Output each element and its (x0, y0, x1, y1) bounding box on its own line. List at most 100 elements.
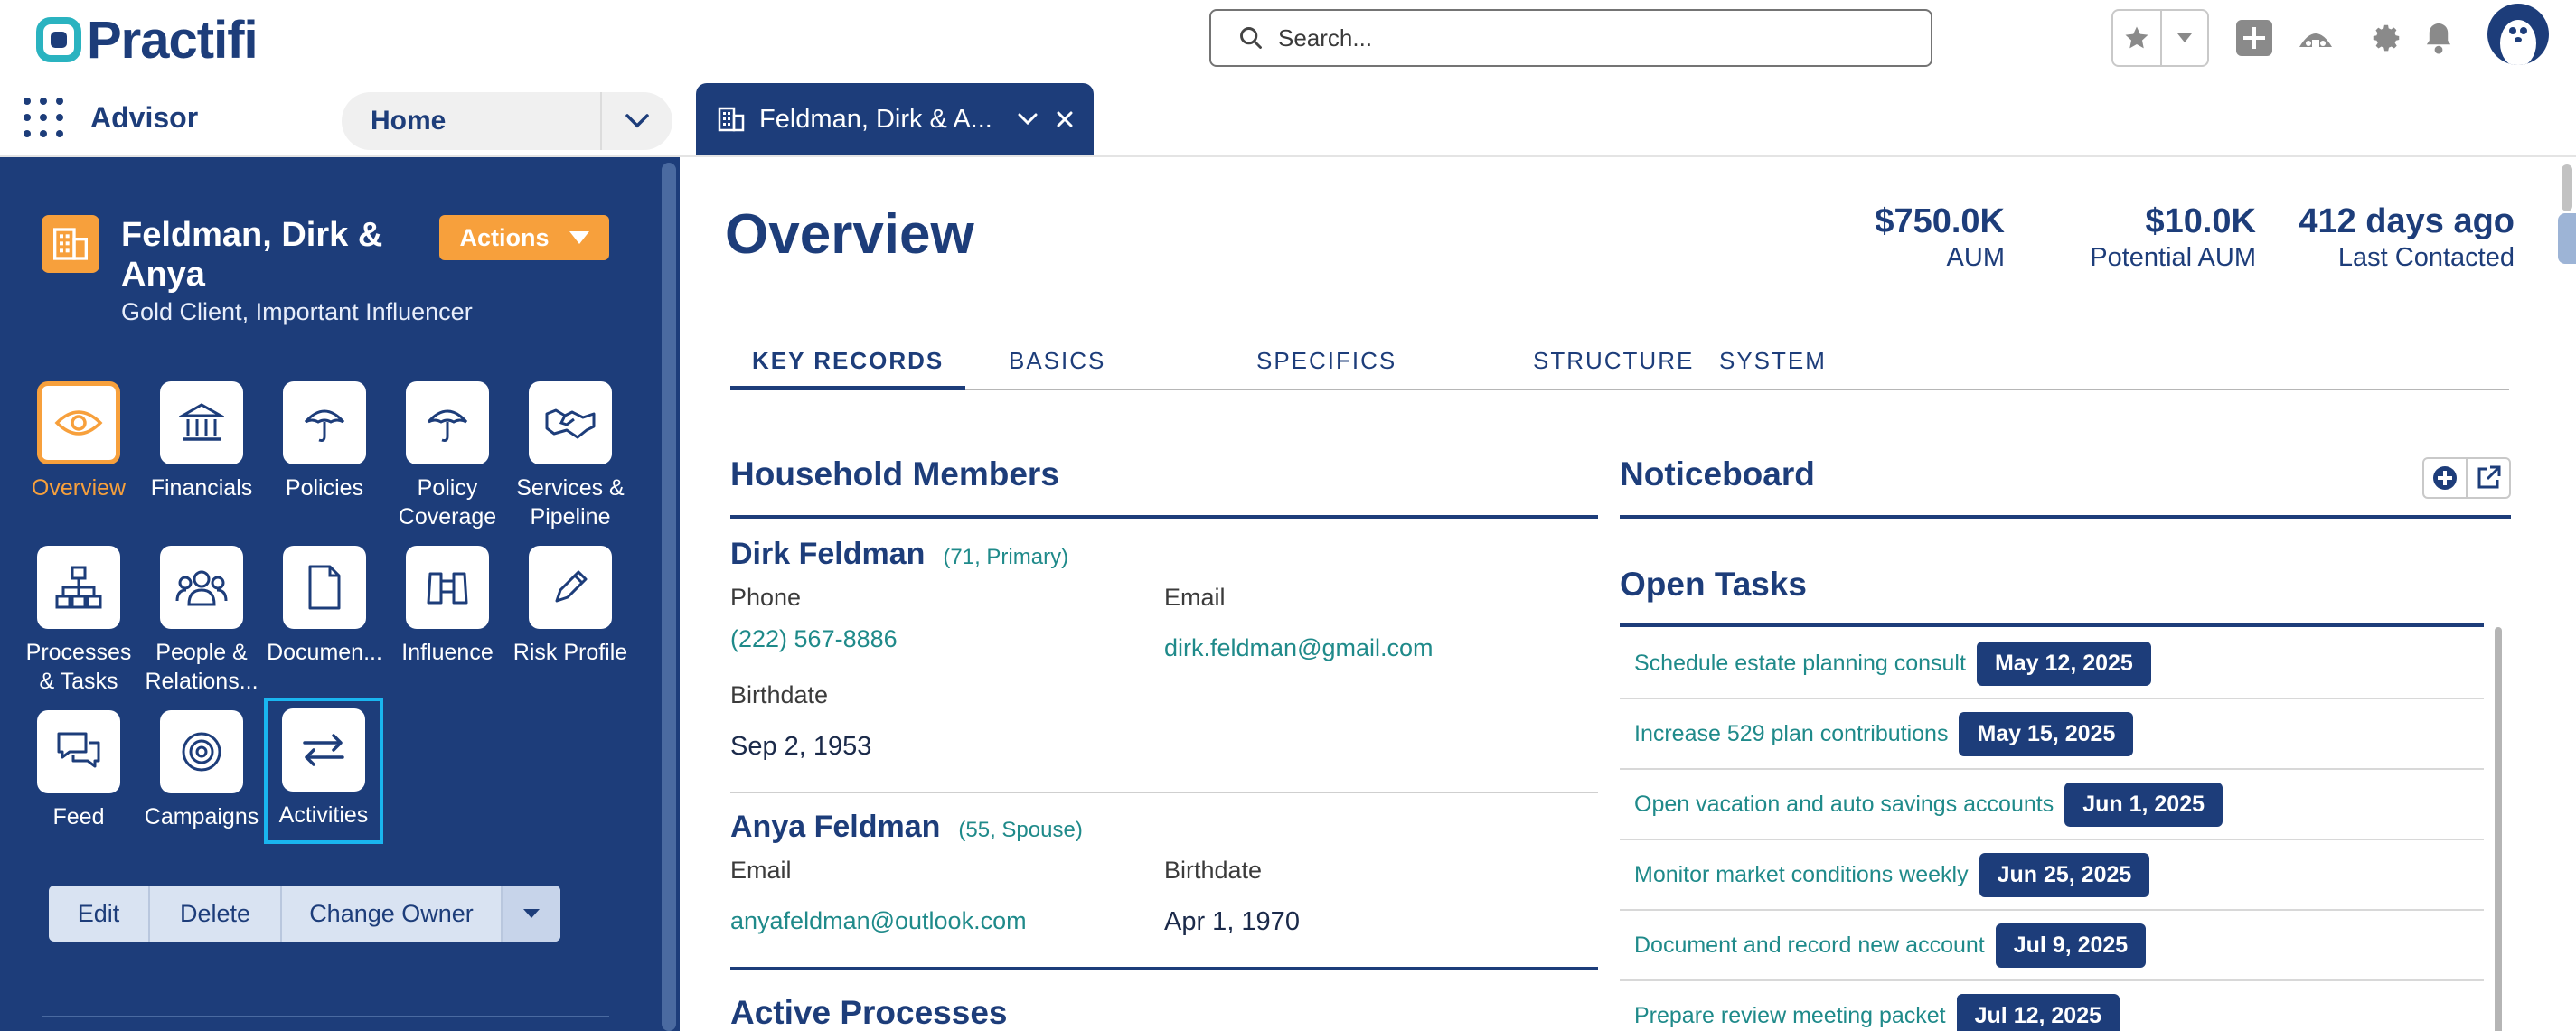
delete-button[interactable]: Delete (150, 886, 282, 942)
tile-policy-coverage[interactable]: Policy Coverage (389, 381, 506, 531)
actions-button[interactable]: Actions (439, 215, 609, 260)
tile-financials[interactable]: Financials (143, 381, 260, 502)
email-link[interactable]: dirk.feldman@gmail.com (1164, 634, 1434, 662)
tile-overview[interactable]: Overview (20, 381, 137, 502)
stat-label: Last Contacted (2337, 243, 2515, 272)
record-workspace-tab[interactable]: Feldman, Dirk & A... (696, 83, 1094, 155)
star-icon (2125, 26, 2148, 49)
help-button[interactable] (2296, 18, 2336, 58)
task-date-badge: Jun 25, 2025 (1979, 852, 2150, 897)
setup-button[interactable] (2366, 18, 2406, 58)
tile-label: Campaigns (144, 804, 259, 829)
stat-potential-aum: $10.0K Potential AUM (2090, 202, 2256, 273)
tile-label: People & Relations... (145, 640, 259, 694)
task-label[interactable]: Open vacation and auto savings accounts (1634, 792, 2054, 818)
task-row[interactable]: Increase 529 plan contributions May 15, … (1620, 699, 2484, 770)
add-circle-icon (2433, 466, 2457, 490)
tile-people-relationships[interactable]: People & Relations... (143, 546, 260, 696)
tab-structure[interactable]: STRUCTURE (1533, 347, 1694, 390)
user-avatar[interactable] (2487, 4, 2549, 65)
task-label[interactable]: Prepare review meeting packet (1634, 1003, 1946, 1029)
gear-icon (2373, 24, 2400, 52)
tasks-scrollbar[interactable] (2495, 627, 2502, 1031)
task-label[interactable]: Document and record new account (1634, 933, 1985, 959)
global-actions-button[interactable] (2234, 18, 2274, 58)
member-name[interactable]: Anya Feldman (55, Spouse) (730, 810, 1083, 845)
change-owner-button[interactable]: Change Owner (282, 886, 503, 942)
close-icon[interactable] (1056, 110, 1074, 128)
tile-activities[interactable]: Activities (264, 698, 383, 844)
umbrella-icon (304, 409, 345, 442)
bell-icon (2426, 23, 2451, 54)
task-row[interactable]: Open vacation and auto savings accounts … (1620, 770, 2484, 840)
tab-key-records[interactable]: KEY RECORDS (730, 347, 966, 390)
household-members-heading: Household Members (730, 455, 1059, 492)
task-label[interactable]: Increase 529 plan contributions (1634, 721, 1948, 747)
record-sidebar: Feldman, Dirk & Anya Gold Client, Import… (0, 157, 680, 1031)
birthdate-value: Apr 1, 1970 (1164, 907, 1300, 936)
task-label[interactable]: Schedule estate planning consult (1634, 651, 1966, 677)
chevron-down-icon[interactable] (1018, 113, 1038, 126)
tile-documents[interactable]: Documen... (266, 546, 383, 667)
chat-icon (57, 732, 100, 768)
tab-specifics[interactable]: SPECIFICS (1256, 347, 1396, 390)
tile-label: Overview (31, 475, 127, 501)
tile-label: Processes & Tasks (25, 640, 132, 694)
task-row[interactable]: Schedule estate planning consult May 12,… (1620, 629, 2484, 699)
household-icon (42, 215, 99, 273)
avatar-icon (2500, 20, 2536, 65)
search-input[interactable]: Search... (1209, 9, 1932, 67)
add-icon (2236, 20, 2272, 56)
binoculars-icon (427, 572, 468, 605)
phone-link[interactable]: (222) 567-8886 (730, 625, 898, 653)
task-date-badge: May 12, 2025 (1976, 641, 2151, 686)
target-icon (182, 732, 221, 772)
swap-icon (303, 734, 344, 766)
noticeboard-add-button[interactable] (2424, 459, 2466, 497)
favorites-menu-button[interactable] (2159, 11, 2207, 65)
more-actions-button[interactable] (503, 886, 560, 942)
tile-policies[interactable]: Policies (266, 381, 383, 502)
email-label: Email (1164, 584, 1226, 611)
record-tab-label: Feldman, Dirk & A... (759, 104, 992, 134)
practifi-logo[interactable]: Practifi (36, 11, 259, 70)
tile-processes-tasks[interactable]: Processes & Tasks (20, 546, 137, 696)
tab-system[interactable]: SYSTEM (1719, 347, 1827, 390)
member-name-link[interactable]: Dirk Feldman (730, 537, 925, 571)
stat-value: $10.0K (2145, 202, 2256, 240)
tile-campaigns[interactable]: Campaigns (143, 710, 260, 831)
noticeboard-actions (2422, 457, 2511, 499)
task-row[interactable]: Prepare review meeting packet Jul 12, 20… (1620, 981, 2484, 1031)
favorites-button[interactable] (2113, 11, 2160, 65)
noticeboard-open-button[interactable] (2466, 459, 2509, 497)
notifications-button[interactable] (2419, 18, 2458, 58)
nav-item-home[interactable]: Home (342, 92, 672, 150)
tile-feed[interactable]: Feed (20, 710, 137, 831)
tile-risk-profile[interactable]: Risk Profile (512, 546, 629, 667)
task-row[interactable]: Document and record new account Jul 9, 2… (1620, 911, 2484, 981)
main-scrollbar[interactable] (2562, 164, 2572, 211)
edit-button[interactable]: Edit (49, 886, 150, 942)
sidebar-scrollbar[interactable] (662, 163, 676, 1031)
tile-influence[interactable]: Influence (389, 546, 506, 667)
member-name-link[interactable]: Anya Feldman (730, 810, 940, 844)
task-row[interactable]: Monitor market conditions weekly Jun 25,… (1620, 840, 2484, 911)
section-rule (730, 515, 1598, 519)
tile-services-pipeline[interactable]: Services & Pipeline (512, 381, 629, 531)
stat-last-contacted: 412 days ago Last Contacted (2299, 202, 2515, 273)
utility-edge-tab[interactable] (2558, 213, 2576, 264)
email-link[interactable]: anyafeldman@outlook.com (730, 907, 1027, 935)
tile-label: Risk Profile (512, 640, 628, 665)
email-label: Email (730, 857, 792, 884)
tab-basics[interactable]: BASICS (1009, 347, 1105, 390)
stat-value: $750.0K (1875, 202, 2005, 240)
member-name[interactable]: Dirk Feldman (71, Primary) (730, 537, 1068, 572)
nav-menu-button[interactable] (600, 92, 672, 150)
section-rule (730, 967, 1598, 970)
trailhead-icon (2299, 33, 2332, 51)
app-launcher-icon[interactable] (24, 98, 63, 137)
tile-label: Influence (401, 640, 494, 665)
section-rule (1620, 515, 2511, 519)
task-label[interactable]: Monitor market conditions weekly (1634, 862, 1969, 888)
tile-label: Documen... (267, 640, 382, 665)
